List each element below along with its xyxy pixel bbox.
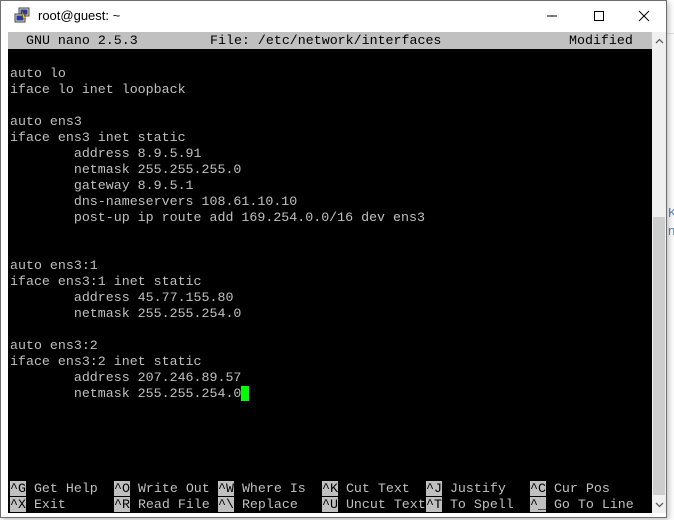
editor-line-text: netmask 255.255.254.0: [10, 306, 242, 321]
editor-line-text: netmask 255.255.255.0: [10, 162, 242, 177]
shortcut-go-to-line: ^_ Go To Line: [530, 497, 634, 513]
shortcut-key: ^U: [322, 497, 338, 512]
shortcut-label: Read File: [137, 497, 210, 512]
window-title: root@guest: ~: [38, 8, 121, 23]
editor-line-text: netmask 255.255.254.0: [10, 386, 242, 401]
scroll-up-icon[interactable]: [652, 32, 666, 49]
editor-line: iface ens3:1 inet static: [10, 274, 202, 290]
nano-filename: File: /etc/network/interfaces: [210, 33, 442, 48]
shortcut-read-file: ^R Read File: [114, 497, 210, 513]
editor-line-text: iface ens3:1 inet static: [10, 274, 202, 289]
editor-line: auto lo: [10, 66, 66, 82]
shortcut-key: ^\: [218, 497, 234, 512]
title-bar[interactable]: root@guest: ~: [1, 1, 666, 31]
editor-line-text: auto ens3:2: [10, 338, 98, 353]
editor-line: iface ens3 inet static: [10, 130, 186, 146]
putty-window: root@guest: ~ GNU nano 2.5.3 File: /etc/…: [0, 0, 667, 518]
shortcut-key: ^T: [426, 497, 442, 512]
shortcut-label: Get Help: [33, 481, 98, 496]
shortcut-cur-pos: ^C Cur Pos: [530, 481, 610, 497]
editor-line-text: dns-nameservers 108.61.10.10: [10, 194, 298, 209]
shortcut-label: Cut Text: [345, 481, 410, 496]
editor-line: netmask 255.255.254.0: [10, 386, 250, 402]
shortcut-key: ^C: [530, 481, 546, 496]
shortcut-to-spell: ^T To Spell: [426, 497, 514, 513]
putty-app-icon: [14, 7, 30, 23]
editor-line-text: iface lo inet loopback: [10, 82, 186, 97]
editor-line: auto ens3: [10, 114, 82, 130]
shortcut-label: Uncut Text: [345, 497, 426, 512]
shortcut-label: Exit: [33, 497, 66, 512]
close-button[interactable]: [621, 1, 667, 31]
scroll-down-icon[interactable]: [652, 496, 666, 513]
editor-line-text: auto ens3:1: [10, 258, 98, 273]
editor-line-text: address 207.246.89.57: [10, 370, 242, 385]
editor-line: iface ens3:2 inet static: [10, 354, 202, 370]
editor-line: netmask 255.255.254.0: [10, 306, 242, 322]
shortcut-justify: ^J Justify: [426, 481, 506, 497]
shortcut-key: ^_: [530, 497, 546, 512]
maximize-icon: [594, 11, 604, 21]
shortcut-label: Replace: [241, 497, 298, 512]
shortcut-key: ^R: [114, 497, 130, 512]
minimize-button[interactable]: [529, 1, 575, 31]
scrollbar-thumb[interactable]: [653, 217, 665, 495]
editor-line: auto ens3:1: [10, 258, 98, 274]
nano-header-bar: GNU nano 2.5.3 File: /etc/network/interf…: [8, 32, 652, 49]
shortcut-label: Justify: [449, 481, 506, 496]
editor-line-text: auto ens3: [10, 114, 82, 129]
shortcut-key: ^G: [10, 481, 26, 496]
editor-line: post-up ip route add 169.254.0.0/16 dev …: [10, 210, 425, 226]
shortcut-key: ^K: [322, 481, 338, 496]
editor-line: netmask 255.255.255.0: [10, 162, 242, 178]
shortcut-uncut-text: ^U Uncut Text: [322, 497, 426, 513]
editor-line: auto ens3:2: [10, 338, 98, 354]
editor-line: dns-nameservers 108.61.10.10: [10, 194, 297, 210]
editor-line-text: address 8.9.5.91: [10, 146, 202, 161]
editor-line: address 45.77.155.80: [10, 290, 234, 306]
shortcut-label: Cur Pos: [553, 481, 610, 496]
editor-line: iface lo inet loopback: [10, 82, 186, 98]
shortcut-write-out: ^O Write Out: [114, 481, 210, 497]
shortcut-key: ^J: [426, 481, 442, 496]
editor-line-text: gateway 8.9.5.1: [10, 178, 194, 193]
shortcut-key: ^O: [114, 481, 130, 496]
text-cursor: [241, 386, 250, 401]
editor-line: gateway 8.9.5.1: [10, 178, 194, 194]
close-icon: [638, 10, 650, 22]
shortcut-where-is: ^W Where Is: [218, 481, 306, 497]
editor-line-text: address 45.77.155.80: [10, 290, 234, 305]
shortcut-key: ^X: [10, 497, 26, 512]
shortcut-label: Go To Line: [553, 497, 634, 512]
shortcut-replace: ^\ Replace: [218, 497, 298, 513]
background-text-fragment: n: [668, 223, 674, 238]
minimize-icon: [547, 15, 557, 17]
editor-line-text: post-up ip route add 169.254.0.0/16 dev …: [10, 210, 425, 225]
shortcut-cut-text: ^K Cut Text: [322, 481, 410, 497]
shortcut-label: Where Is: [241, 481, 306, 496]
shortcut-get-help: ^G Get Help: [10, 481, 98, 497]
terminal-area[interactable]: GNU nano 2.5.3 File: /etc/network/interf…: [8, 32, 652, 513]
vertical-scrollbar[interactable]: [652, 32, 666, 513]
maximize-button[interactable]: [576, 1, 622, 31]
background-text-fragment: K: [668, 205, 674, 220]
shortcut-label: Write Out: [137, 481, 210, 496]
editor-line: address 8.9.5.91: [10, 146, 202, 162]
editor-line-text: auto lo: [10, 66, 66, 81]
shortcut-label: To Spell: [449, 497, 514, 512]
shortcut-exit: ^X Exit: [10, 497, 66, 513]
editor-line-text: iface ens3:2 inet static: [10, 354, 202, 369]
editor-line-text: iface ens3 inet static: [10, 130, 186, 145]
editor-line: address 207.246.89.57: [10, 370, 242, 386]
shortcut-key: ^W: [218, 481, 234, 496]
nano-modified-status: Modified: [569, 33, 633, 48]
nano-version: GNU nano 2.5.3: [26, 33, 138, 48]
